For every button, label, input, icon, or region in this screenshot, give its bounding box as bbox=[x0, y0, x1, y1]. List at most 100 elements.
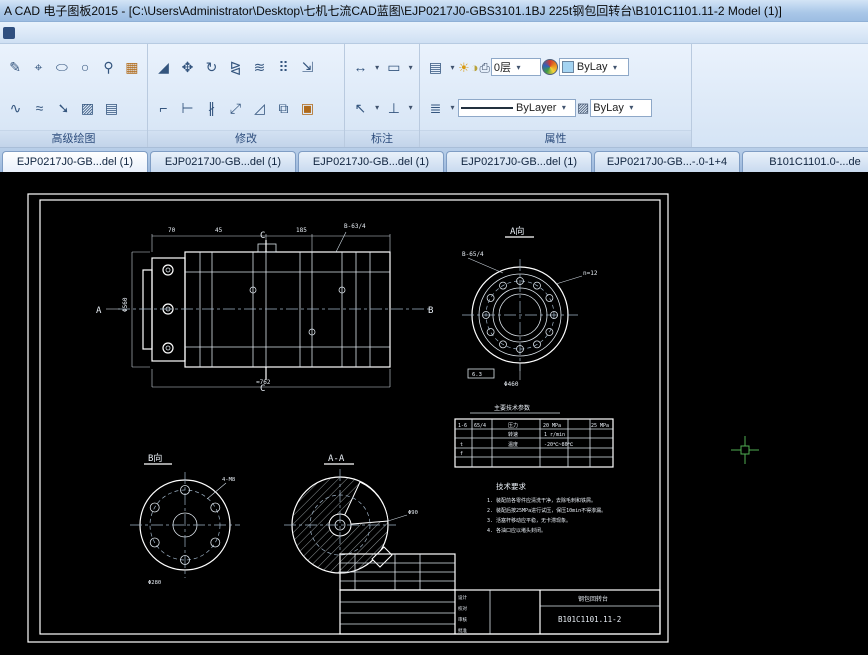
probe-tool-button[interactable]: ⚲ bbox=[97, 55, 119, 79]
scale-tool-button[interactable]: ⤢ bbox=[224, 96, 247, 120]
child-window-icon[interactable] bbox=[3, 27, 15, 39]
leader-dropdown-caret[interactable]: ▾ bbox=[373, 103, 382, 112]
titleblock-c1: 设计 bbox=[458, 594, 467, 601]
linetype-manager-caret[interactable]: ▾ bbox=[448, 103, 457, 112]
mirror-icon: ⧎ bbox=[230, 60, 242, 74]
color-select[interactable]: ByLay ▾ bbox=[559, 58, 629, 76]
leader-tool-button[interactable]: ↖ bbox=[349, 96, 372, 120]
color-value: ByLay bbox=[577, 61, 608, 73]
pencil-tool-button[interactable]: ✎ bbox=[4, 55, 26, 79]
titleblock-c4: 批准 bbox=[458, 627, 467, 634]
table-r1c2: 65/4 bbox=[474, 423, 486, 429]
mirror-tool-button[interactable]: ⧎ bbox=[224, 55, 247, 79]
layer-freeze-bulb-icon[interactable]: ◑ bbox=[471, 61, 479, 74]
wave-tool-button[interactable]: ∿ bbox=[4, 96, 27, 120]
tech-notes: 技术要求 1. 装配前各零件应清洗干净，去除毛刺和铁屑。 2. 装配后按25MP… bbox=[487, 481, 606, 534]
titleblock-c3: 审核 bbox=[458, 616, 467, 623]
point-icon: ⌖ bbox=[35, 60, 43, 74]
layer-manager-caret[interactable]: ▾ bbox=[448, 63, 457, 72]
trim-tool-button[interactable]: ⌐ bbox=[152, 96, 175, 120]
circle-tool-button[interactable]: ○ bbox=[74, 55, 96, 79]
array-tool-button[interactable]: ⠿ bbox=[272, 55, 295, 79]
view-a-label: A向 bbox=[510, 225, 524, 237]
ribbon-filler bbox=[692, 44, 868, 147]
table-r1c5: 25 MPa bbox=[591, 423, 609, 429]
stretch-icon: ⇲ bbox=[302, 60, 314, 74]
view-b-label: B向 bbox=[148, 452, 162, 464]
erase-icon: ◢ bbox=[158, 60, 169, 74]
drawing-area[interactable]: 70 45 185 B-63/4 Φ560 ≈762 A B C C A向 B-… bbox=[0, 172, 868, 655]
dimension-tool-button[interactable]: ↔ bbox=[349, 55, 372, 79]
move-tool-button[interactable]: ✥ bbox=[176, 55, 199, 79]
document-tab-3[interactable]: EJP0217J0-GB...del (1) bbox=[298, 151, 444, 172]
mark-c-bottom: C bbox=[260, 384, 265, 394]
tech-line-1: 1. 装配前各零件应清洗干净，去除毛刺和铁屑。 bbox=[487, 497, 596, 504]
image-frame-dropdown-caret[interactable]: ▾ bbox=[406, 63, 415, 72]
lineweight-hatch-icon[interactable]: ▨ bbox=[577, 101, 589, 114]
layer-print-icon[interactable]: ⎙ bbox=[480, 61, 490, 74]
layer-select[interactable]: 0层 ▾ bbox=[491, 58, 541, 76]
tech-line-3: 3. 活塞杆移动应平稳，无卡滞现象。 bbox=[487, 517, 571, 524]
ellipse-icon: ⬭ bbox=[56, 60, 68, 74]
titleblock-name: 钢包回转台 bbox=[578, 595, 608, 603]
ellipse-tool-button[interactable]: ⬭ bbox=[51, 55, 73, 79]
table-r1c3: 压力 bbox=[508, 422, 518, 429]
point-tool-button[interactable]: ⌖ bbox=[27, 55, 49, 79]
drawing-canvas[interactable]: 70 45 185 B-63/4 Φ560 ≈762 A B C C A向 B-… bbox=[0, 172, 868, 655]
layer-on-sun-icon[interactable]: ☀ bbox=[458, 61, 470, 74]
group-label-modify: 修改 bbox=[148, 130, 344, 147]
document-tab-5[interactable]: EJP0217J0-GB...-.0-1+4 bbox=[594, 151, 740, 172]
spline-tool-button[interactable]: ≈ bbox=[28, 96, 51, 120]
titleblock-drawing-no: B101C1101.11-2 bbox=[558, 615, 621, 624]
lineweight-select[interactable]: ByLay ▾ bbox=[590, 99, 652, 117]
chamfer-tool-button[interactable]: ◿ bbox=[248, 96, 271, 120]
dimension-icon: ↔ bbox=[353, 60, 367, 74]
ribbon-group-advanced-draw: ✎ ⌖ ⬭ ○ ⚲ ▦ ∿ ≈ ➘ ▨ ▤ 高级绘图 bbox=[0, 44, 148, 147]
document-tab-6[interactable]: B101C1101.0-...de bbox=[742, 151, 868, 172]
document-tab-2[interactable]: EJP0217J0-GB...del (1) bbox=[150, 151, 296, 172]
datum-dropdown-caret[interactable]: ▾ bbox=[406, 103, 415, 112]
offset-tool-button[interactable]: ≋ bbox=[248, 55, 271, 79]
rotate-tool-button[interactable]: ↻ bbox=[200, 55, 223, 79]
image-frame-tool-button[interactable]: ▭ bbox=[383, 55, 406, 79]
linetype-manager-button[interactable]: ≣ bbox=[424, 96, 447, 120]
copy-tool-button[interactable]: ⧉ bbox=[272, 96, 295, 120]
hatch-icon: ▨ bbox=[81, 101, 94, 115]
table-icon: ▦ bbox=[125, 60, 138, 74]
color-globe-icon[interactable] bbox=[542, 59, 558, 75]
spline-icon: ≈ bbox=[36, 101, 44, 115]
linetype-select-caret: ▾ bbox=[559, 103, 568, 112]
paste-tool-button[interactable]: ▣ bbox=[296, 96, 319, 120]
table-r3c1: t bbox=[460, 442, 463, 448]
document-tabbar: EJP0217J0-GB...del (1) EJP0217J0-GB...de… bbox=[0, 148, 868, 172]
dimension-dropdown-caret[interactable]: ▾ bbox=[373, 63, 382, 72]
section-aa-label: A-A bbox=[328, 454, 345, 464]
break-tool-button[interactable]: ∦ bbox=[200, 96, 223, 120]
menubar bbox=[0, 22, 868, 44]
document-tab-1[interactable]: EJP0217J0-GB...del (1) bbox=[2, 151, 148, 172]
extend-tool-button[interactable]: ⊢ bbox=[176, 96, 199, 120]
arrow-tool-button[interactable]: ➘ bbox=[52, 96, 75, 120]
linetype-preview-line bbox=[461, 107, 513, 109]
datum-icon: ⊥ bbox=[388, 101, 400, 115]
titlebar: A CAD 电子图板2015 - [C:\Users\Administrator… bbox=[0, 0, 868, 22]
sheet-frame bbox=[28, 194, 668, 642]
group-label-properties: 属性 bbox=[420, 130, 691, 147]
sheet-tool-button[interactable]: ▤ bbox=[100, 96, 123, 120]
ribbon-group-modify: ◢ ✥ ↻ ⧎ ≋ ⠿ ⇲ ⌐ ⊢ ∦ ⤢ ◿ ⧉ ▣ 修改 bbox=[148, 44, 345, 147]
table-tool-button[interactable]: ▦ bbox=[121, 55, 143, 79]
titleblock-c2: 校对 bbox=[458, 605, 467, 612]
stretch-tool-button[interactable]: ⇲ bbox=[296, 55, 319, 79]
lineweight-value: ByLay bbox=[593, 102, 624, 114]
hatch-tool-button[interactable]: ▨ bbox=[76, 96, 99, 120]
parameter-table: 主要技术参数 1-6 65/4 压力 20 MPa 25 MPa 转速 1 r/… bbox=[455, 404, 613, 467]
table-r3c2: 温度 bbox=[508, 441, 518, 448]
document-tab-4[interactable]: EJP0217J0-GB...del (1) bbox=[446, 151, 592, 172]
erase-tool-button[interactable]: ◢ bbox=[152, 55, 175, 79]
view-a: A向 B-65/4 n=12 Φ460 6.3 bbox=[462, 225, 598, 388]
array-icon: ⠿ bbox=[278, 60, 288, 74]
layer-manager-button[interactable]: ▤ bbox=[424, 55, 447, 79]
datum-tool-button[interactable]: ⊥ bbox=[383, 96, 406, 120]
linetype-select[interactable]: ByLayer ▾ bbox=[458, 99, 576, 117]
ribbon-group-annotate: ↔ ▾ ▭ ▾ ↖ ▾ ⊥ ▾ 标注 bbox=[345, 44, 420, 147]
